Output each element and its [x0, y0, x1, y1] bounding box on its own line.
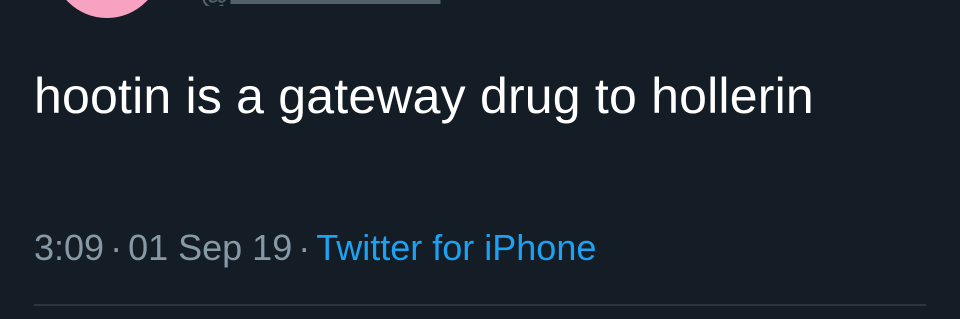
meta-separator: ·	[110, 227, 123, 268]
avatar[interactable]	[52, 0, 162, 18]
user-handle[interactable]: @▬▬▬▬▬▬▬	[200, 0, 500, 6]
meta-separator: ·	[298, 227, 311, 268]
tweet-date[interactable]: 01 Sep 19	[128, 227, 292, 268]
tweet-text: hootin is a gateway drug to hollerin	[34, 68, 814, 124]
divider	[34, 304, 926, 306]
tweet-detail: @▬▬▬▬▬▬▬ hootin is a gateway drug to hol…	[0, 0, 960, 319]
tweet-time[interactable]: 3:09	[34, 227, 104, 268]
tweet-meta: 3:09 · 01 Sep 19 · Twitter for iPhone	[34, 226, 596, 270]
tweet-source-link[interactable]: Twitter for iPhone	[316, 227, 596, 268]
